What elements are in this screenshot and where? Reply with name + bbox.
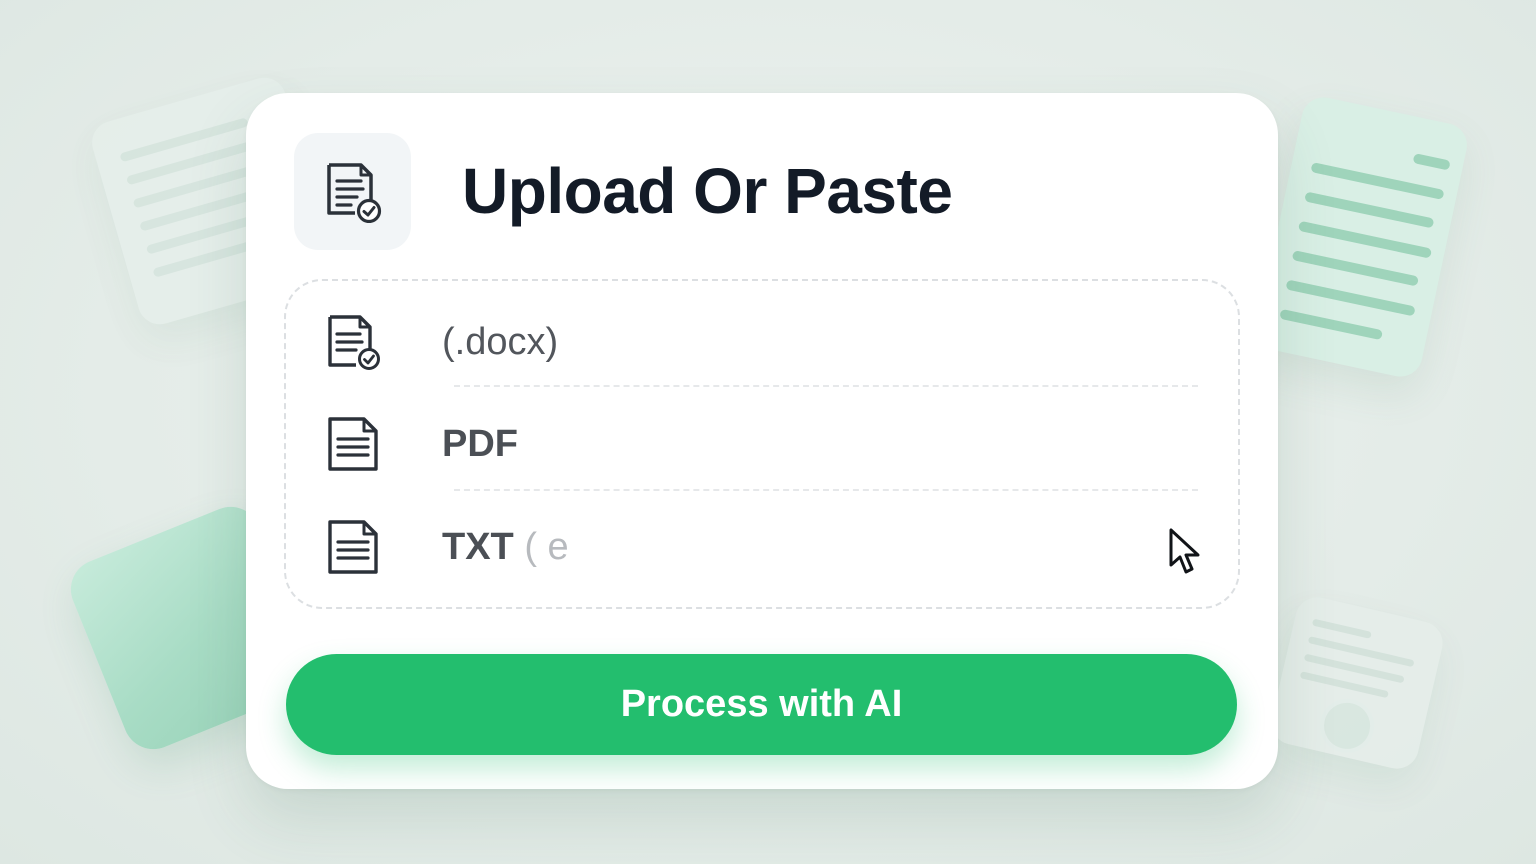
row-divider (454, 385, 1198, 387)
document-icon (328, 520, 378, 574)
row-divider (454, 489, 1198, 491)
document-check-icon (328, 315, 380, 370)
background-paper-right (1253, 93, 1471, 381)
file-type-label: TXT ( e (442, 524, 569, 570)
file-type-name: (.docx) (442, 321, 559, 363)
upload-card: Upload Or Paste (.docx) PDF TXT (e Proc… (246, 93, 1278, 789)
file-type-hint: ( e (513, 526, 569, 568)
header-icon-container (294, 133, 411, 250)
file-type-name: PDF (442, 423, 518, 465)
file-drop-zone[interactable]: (.docx) PDF TXT (e (284, 279, 1240, 609)
document-check-icon (326, 162, 381, 223)
page-title: Upload Or Paste (462, 155, 953, 227)
file-type-pdf[interactable]: PDF (286, 393, 1238, 493)
process-with-ai-button[interactable]: Process with AI (286, 654, 1237, 755)
file-type-txt[interactable]: TXT ( e (286, 496, 1238, 596)
file-type-label: (.docx) (442, 319, 558, 365)
file-type-label: PDF (442, 421, 518, 467)
file-type-name: TXT (442, 526, 514, 568)
background-certificate (1267, 593, 1447, 773)
mouse-pointer-icon (1169, 528, 1200, 574)
file-type-docx[interactable]: (.docx) (286, 291, 1238, 391)
document-icon (328, 417, 378, 471)
